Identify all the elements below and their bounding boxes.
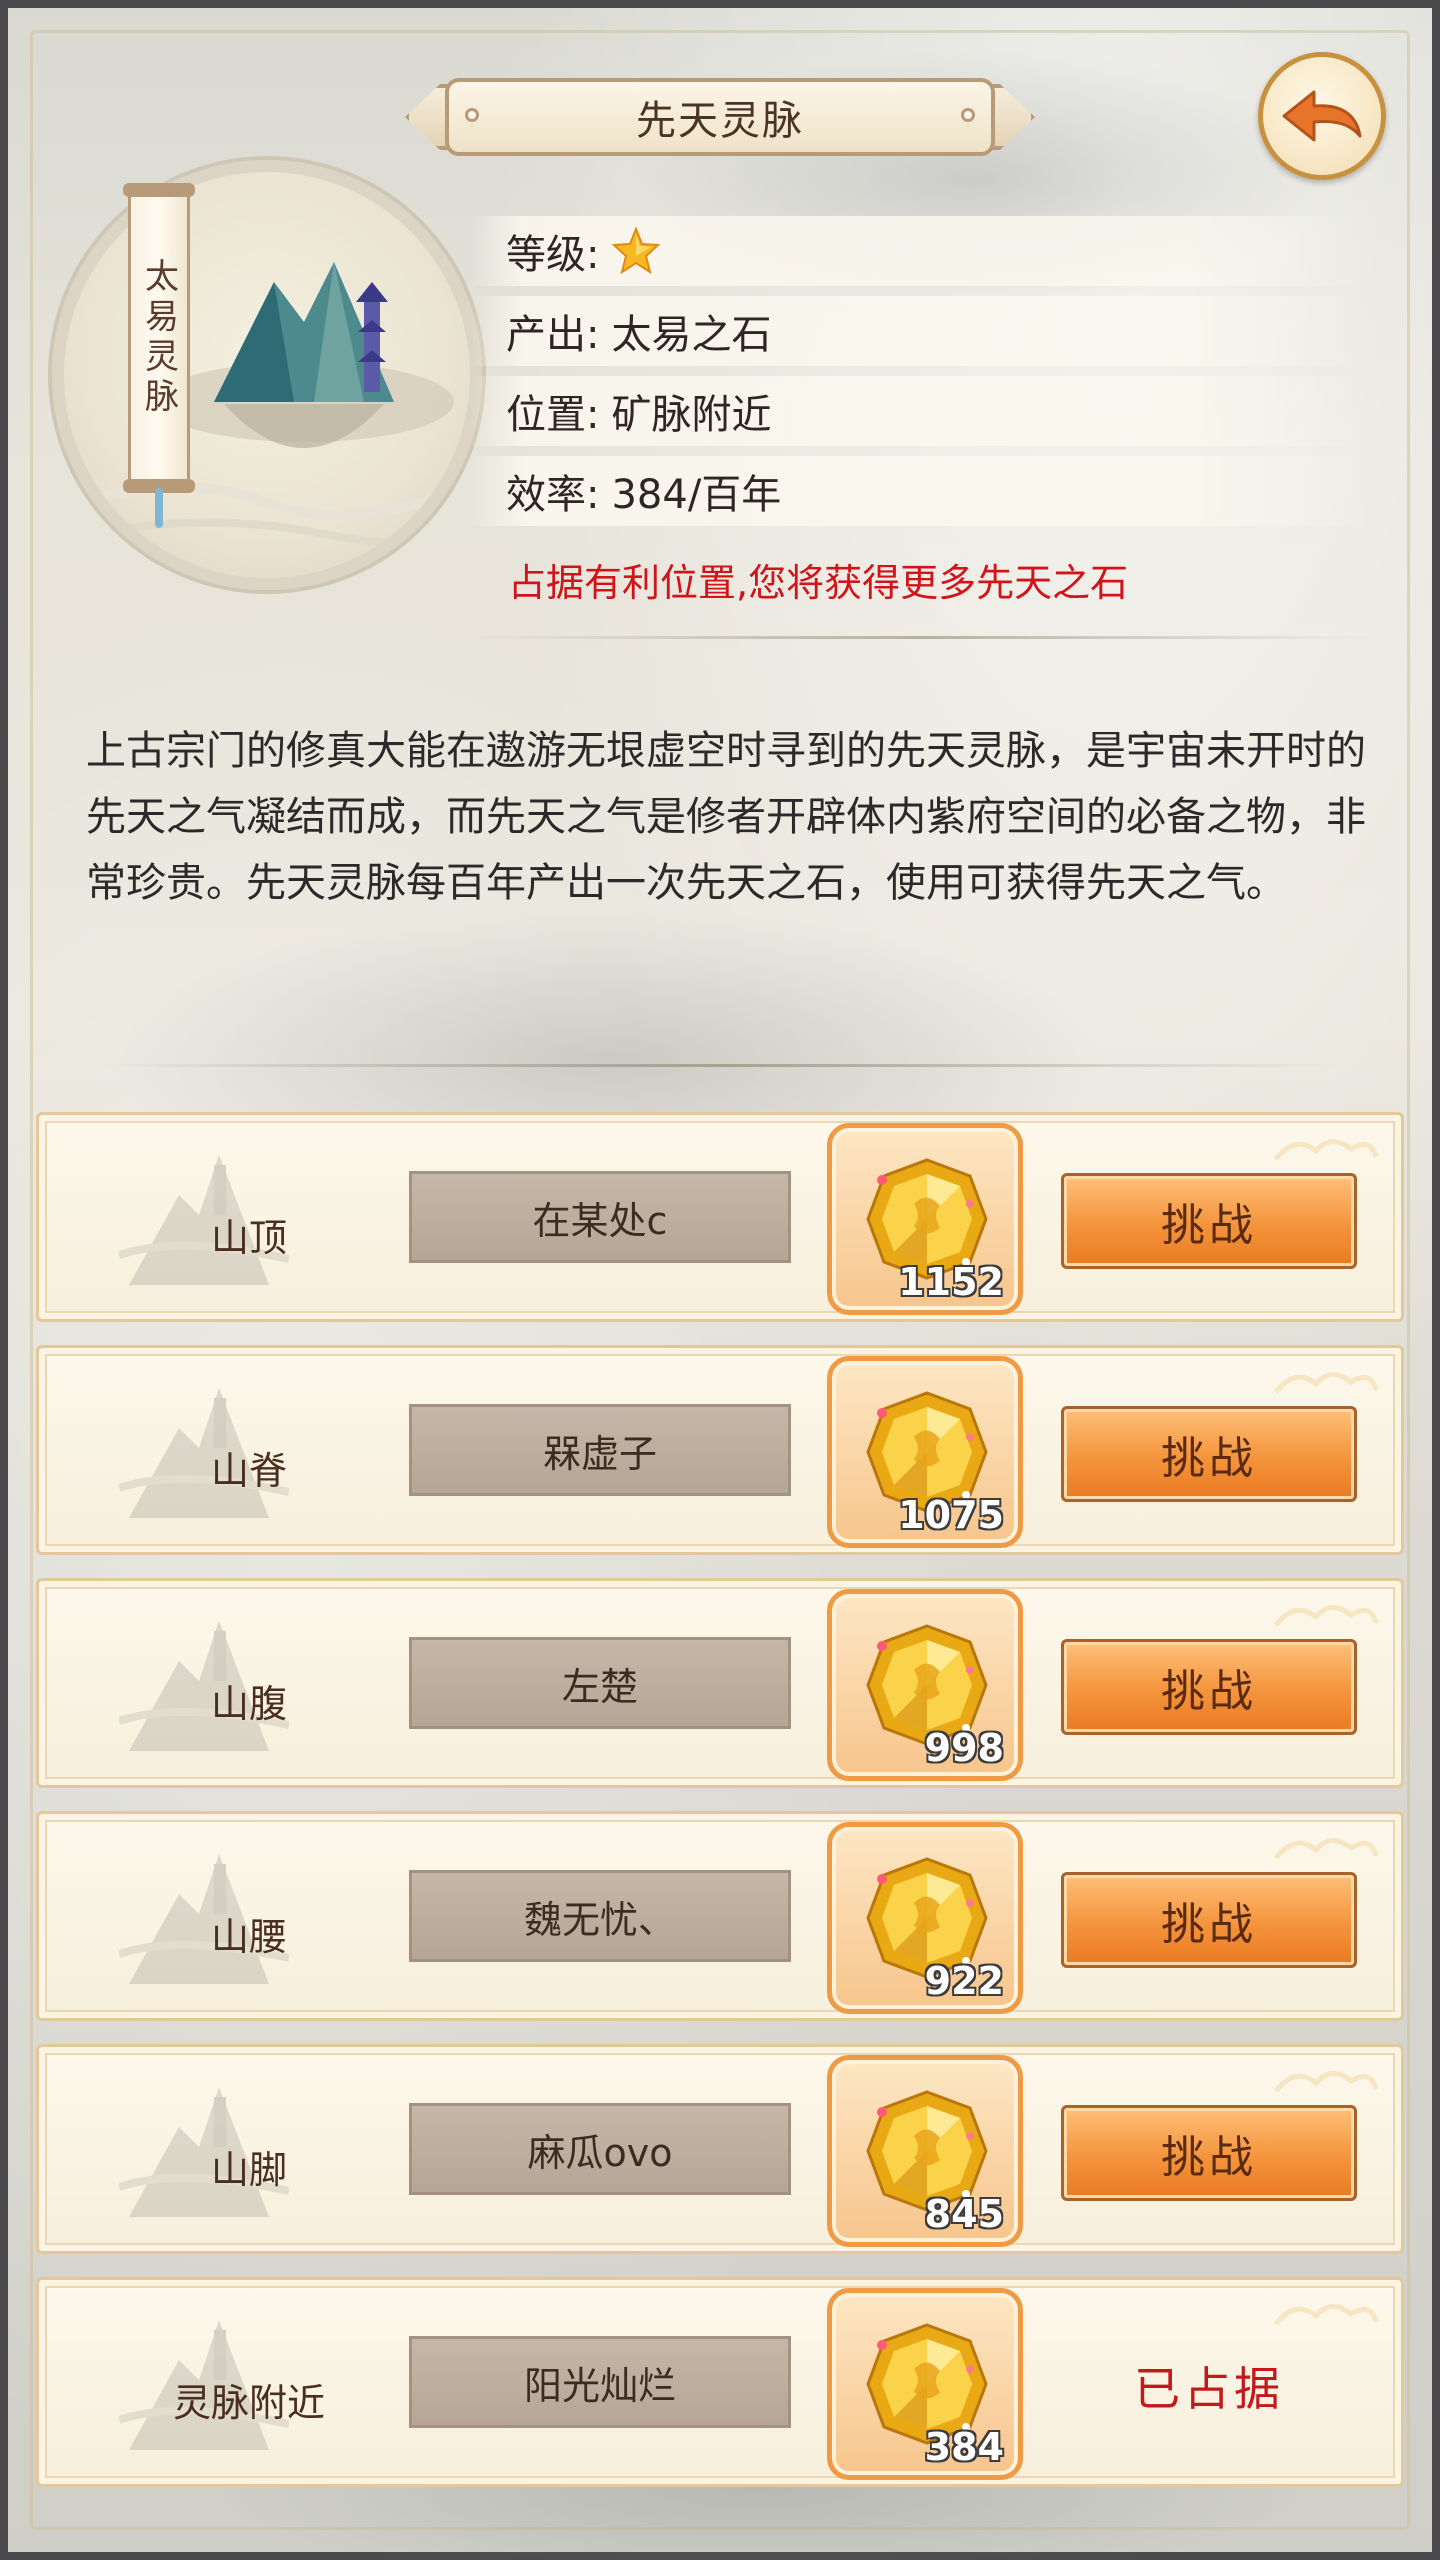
position-row: 山脚 麻瓜ovo 845 挑战 xyxy=(36,2044,1404,2254)
cloud-ornament-icon xyxy=(1274,2071,1379,2093)
level-label: 等级: xyxy=(506,232,600,278)
reward-amount: 845 xyxy=(924,2192,1004,2236)
vein-name-scroll: 太易灵脉 xyxy=(123,183,195,493)
title-plaque: 先天灵脉 xyxy=(405,78,1035,156)
position-row: 灵脉附近 阳光灿烂 384 已占据 xyxy=(36,2277,1404,2487)
occupant-name[interactable]: 槑虚子 xyxy=(409,1404,791,1496)
cloud-ornament-icon xyxy=(1274,1838,1379,1860)
cloud-ornament-icon xyxy=(1274,1139,1379,1161)
reward-amount: 998 xyxy=(924,1726,1004,1770)
position-name: 山腹 xyxy=(210,1682,287,1726)
position-tip: 占据有利位置,您将获得更多先天之石 xyxy=(508,561,1129,605)
challenge-button[interactable]: 挑战 xyxy=(1061,1406,1357,1502)
efficiency-value: 384/百年 xyxy=(611,472,782,518)
vein-emblem xyxy=(52,160,482,590)
position-name: 山脚 xyxy=(210,2148,287,2192)
position-row: 山腹 左楚 998 挑战 xyxy=(36,1578,1404,1788)
back-button[interactable] xyxy=(1258,52,1386,180)
location-value: 矿脉附近 xyxy=(611,392,772,438)
reward-slot[interactable]: 845 xyxy=(827,2055,1023,2247)
location-label: 位置: xyxy=(506,392,600,438)
cloud-ornament-icon xyxy=(1274,2304,1379,2326)
position-row: 山顶 在某处c 1152 挑战 xyxy=(36,1112,1404,1322)
output-value: 太易之石 xyxy=(611,312,772,358)
title-ornament xyxy=(465,108,479,122)
challenge-button[interactable]: 挑战 xyxy=(1061,2105,1357,2201)
reward-amount: 1075 xyxy=(898,1493,1004,1537)
scroll-cap xyxy=(123,183,195,197)
star-icon xyxy=(612,226,661,275)
info-output-row: 产出: 太易之石 xyxy=(470,296,1370,366)
reward-slot[interactable]: 1152 xyxy=(827,1123,1023,1315)
position-row: 山腰 魏无忧、 922 挑战 xyxy=(36,1811,1404,2021)
info-efficiency-row: 效率: 384/百年 xyxy=(470,456,1370,526)
cloud-ornament-icon xyxy=(1274,1372,1379,1394)
title-ornament xyxy=(961,108,975,122)
occupant-name[interactable]: 左楚 xyxy=(409,1637,791,1729)
position-name: 山腰 xyxy=(210,1915,287,1959)
occupant-name[interactable]: 魏无忧、 xyxy=(409,1870,791,1962)
reward-slot[interactable]: 1075 xyxy=(827,1356,1023,1548)
reward-slot[interactable]: 998 xyxy=(827,1589,1023,1781)
floating-mountain-illustration xyxy=(82,262,467,547)
position-name: 山顶 xyxy=(210,1216,287,1260)
occupied-status: 已占据 xyxy=(1134,2362,1284,2416)
page-title: 先天灵脉 xyxy=(636,98,804,144)
efficiency-label: 效率: xyxy=(506,472,600,518)
vein-name: 太易灵脉 xyxy=(138,258,179,418)
info-location-row: 位置: 矿脉附近 xyxy=(470,376,1370,446)
occupant-name[interactable]: 阳光灿烂 xyxy=(409,2336,791,2428)
reward-amount: 384 xyxy=(924,2425,1004,2469)
info-level-row: 等级: xyxy=(470,216,1370,286)
vein-description: 上古宗门的修真大能在遨游无垠虚空时寻到的先天灵脉，是宇宙未开时的先天之气凝结而成… xyxy=(86,728,1366,906)
back-arrow-icon xyxy=(1282,90,1362,142)
challenge-button[interactable]: 挑战 xyxy=(1061,1639,1357,1735)
reward-amount: 1152 xyxy=(898,1260,1004,1304)
reward-slot[interactable]: 922 xyxy=(827,1822,1023,2014)
occupant-name[interactable]: 在某处c xyxy=(409,1171,791,1263)
scroll-tassel xyxy=(155,488,163,528)
position-name: 灵脉附近 xyxy=(172,2381,325,2425)
position-row: 山脊 槑虚子 1075 挑战 xyxy=(36,1345,1404,1555)
occupant-name[interactable]: 麻瓜ovo xyxy=(409,2103,791,2195)
cloud-ornament-icon xyxy=(1274,1605,1379,1627)
position-name: 山脊 xyxy=(210,1449,287,1493)
reward-slot[interactable]: 384 xyxy=(827,2288,1023,2480)
reward-amount: 922 xyxy=(924,1959,1004,2003)
info-divider xyxy=(470,636,1370,639)
challenge-button[interactable]: 挑战 xyxy=(1061,1173,1357,1269)
output-label: 产出: xyxy=(506,312,600,358)
title-bar: 先天灵脉 xyxy=(445,78,995,156)
description-divider xyxy=(100,1064,1340,1067)
challenge-button[interactable]: 挑战 xyxy=(1061,1872,1357,1968)
